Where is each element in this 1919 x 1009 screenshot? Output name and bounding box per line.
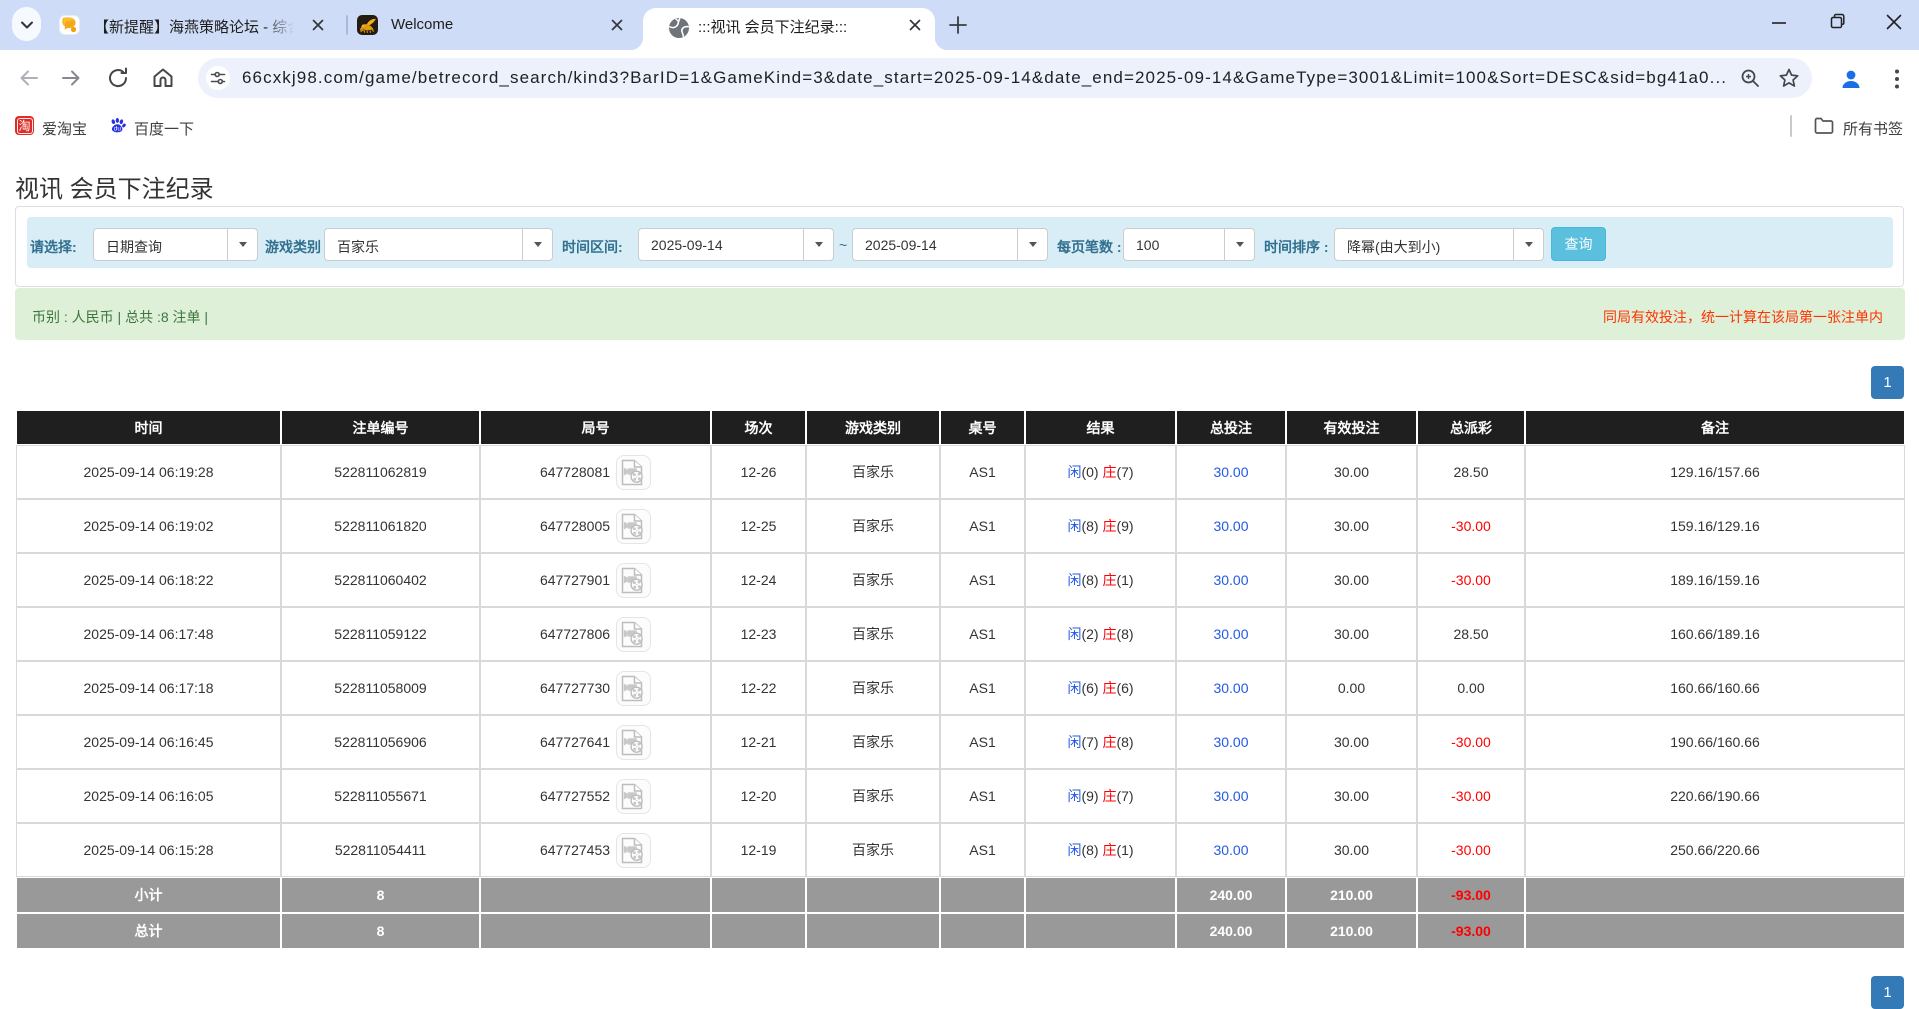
svg-text:du: du (114, 125, 122, 132)
